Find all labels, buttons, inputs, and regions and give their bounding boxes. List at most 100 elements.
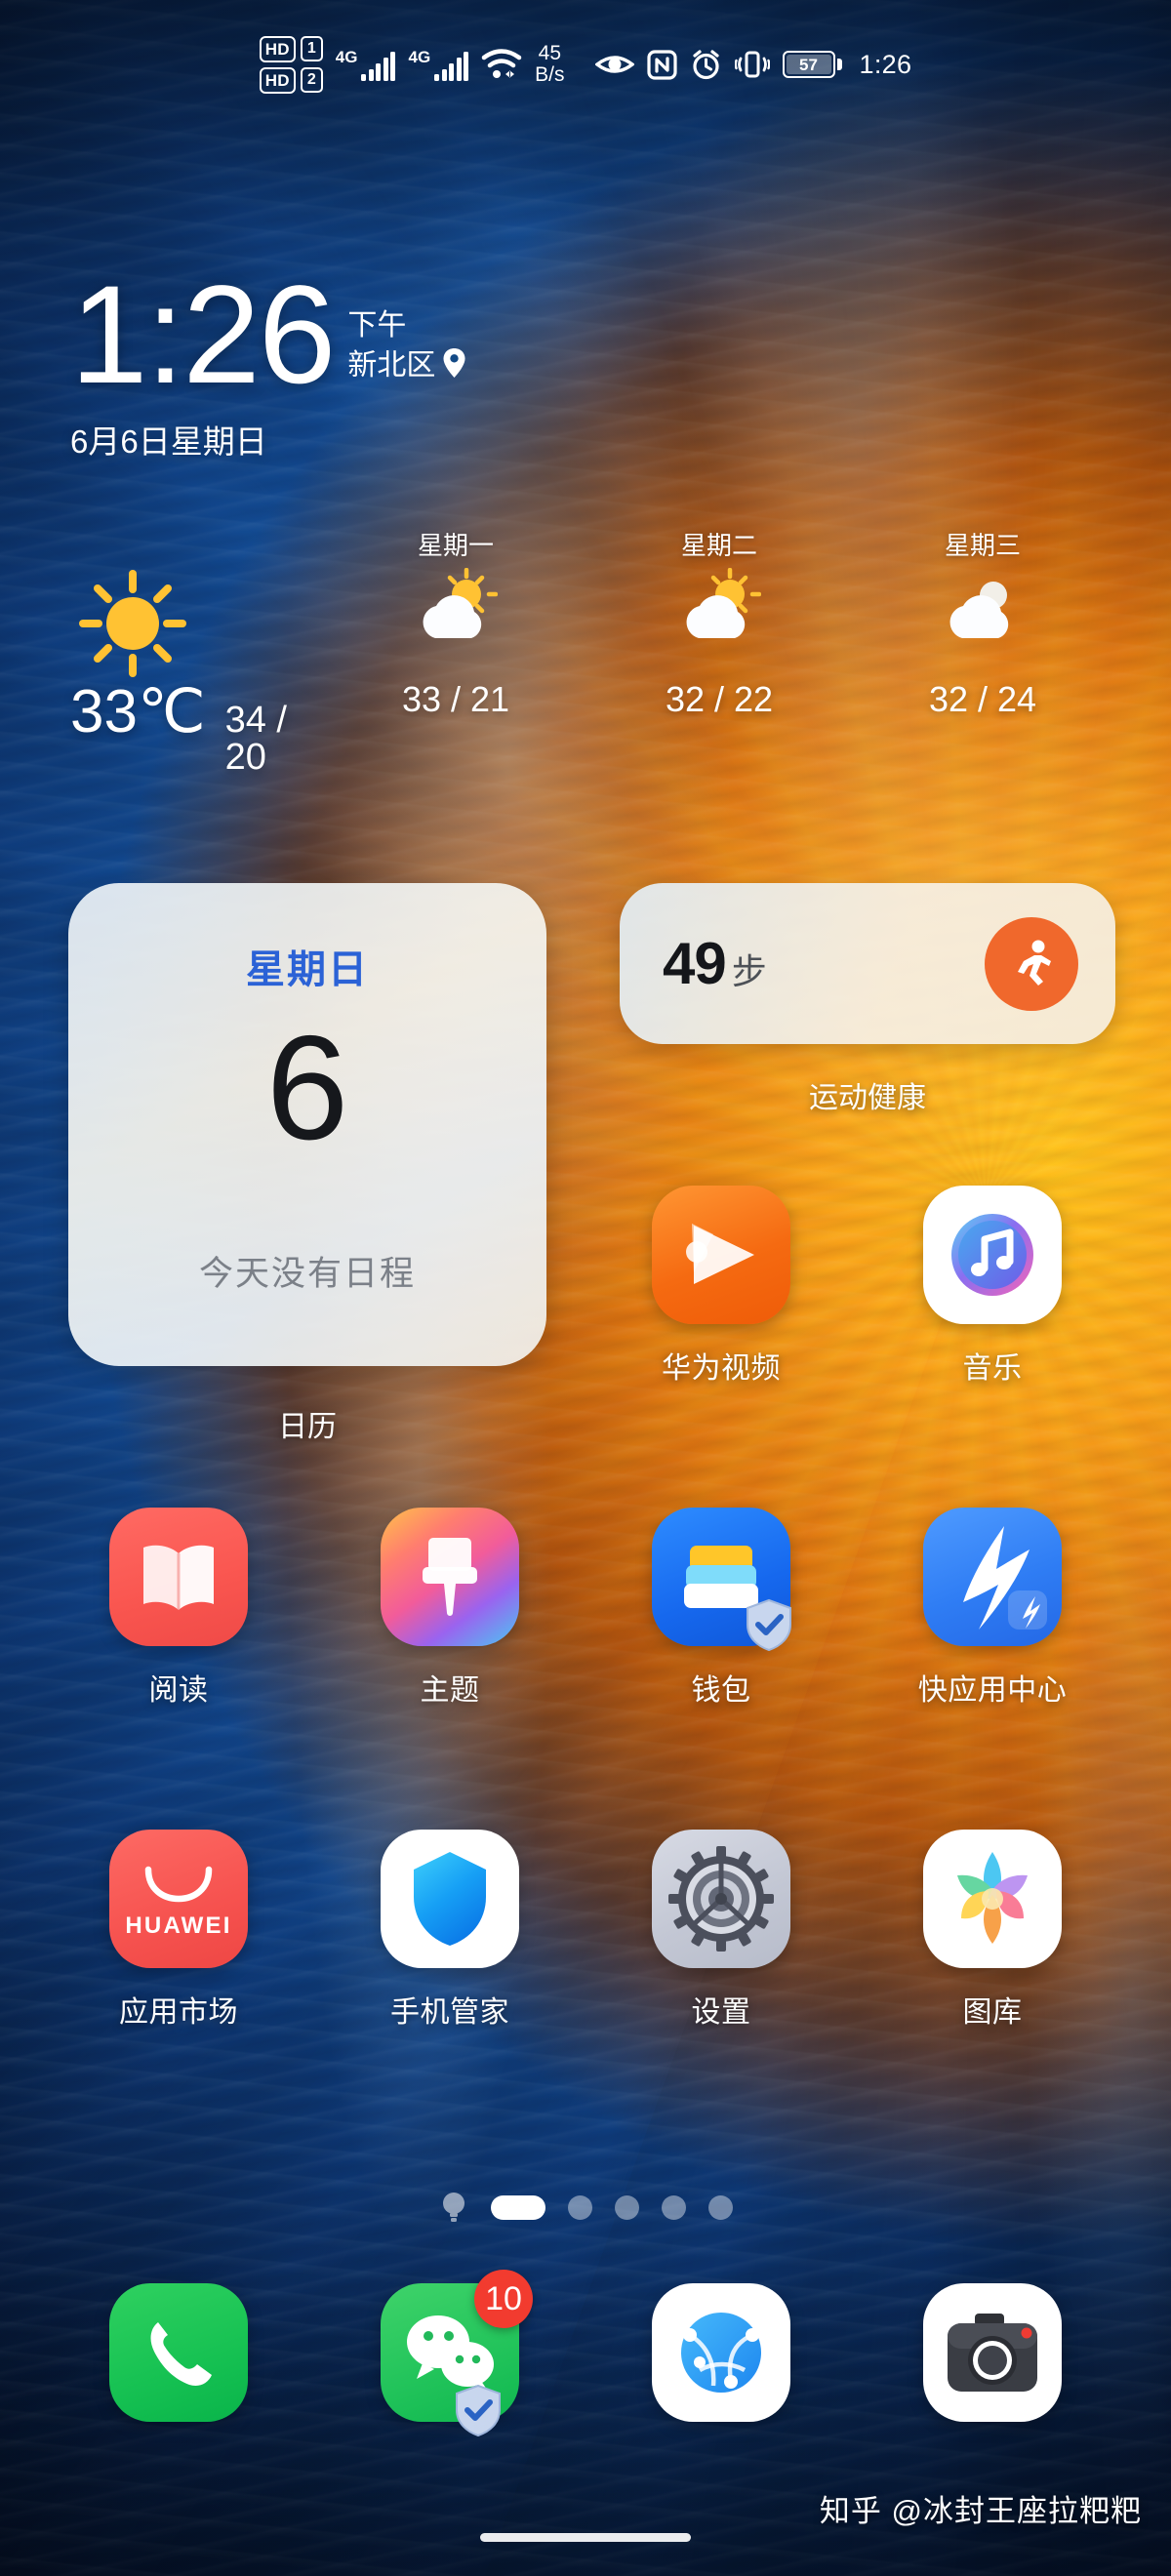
weather-sunny-icon: [70, 565, 189, 682]
phone-icon[interactable]: [109, 2283, 248, 2422]
weather-temps-row: 33℃ 34 / 20 33 / 21 32 / 22 32 / 24: [61, 678, 1114, 777]
dock-row: 10: [0, 2270, 1171, 2437]
app-huawei-video[interactable]: 华为视频: [586, 1186, 857, 1387]
watermark: 知乎 @冰封王座拉粑粑: [819, 2494, 1142, 2528]
dock: 10: [0, 2270, 1171, 2437]
app-wallet[interactable]: 钱包: [586, 1508, 857, 1709]
app-row: 华为视频 音乐: [0, 1186, 1171, 1387]
battery-percent: 57: [799, 55, 818, 74]
sim2-badge: 2: [300, 67, 323, 93]
volte-hd-indicators: HD 1 HD 2: [259, 35, 323, 94]
settings-gear-icon[interactable]: [652, 1830, 790, 1968]
app-grid-row-3: HUAWEI 应用市场 手机管家 设置 图库: [0, 1830, 1171, 2031]
app-label: 应用市场: [119, 1996, 238, 2029]
phone-manager-icon[interactable]: [381, 1830, 519, 1968]
app-label: 音乐: [962, 1352, 1023, 1385]
reader-icon[interactable]: [109, 1508, 248, 1646]
partly-cloudy-icon: [677, 565, 761, 649]
clock-main-row: 1:26 下午 新北区: [70, 265, 466, 405]
app-row: 阅读 主题 钱包 快应用中心: [0, 1508, 1171, 1709]
unread-badge: 10: [474, 2270, 533, 2328]
clock-ampm: 下午: [347, 308, 407, 342]
status-bar[interactable]: HD 1 HD 2 4G 4G 45 B/s 57 1:26: [0, 0, 1171, 115]
dock-app-camera[interactable]: [857, 2283, 1128, 2422]
app-grid-row-1: 华为视频 音乐: [0, 1186, 1171, 1387]
partly-cloudy-icon: [414, 565, 498, 649]
weather-range-day-1: 33 / 21: [324, 682, 587, 776]
home-indicator-bar[interactable]: [480, 2533, 691, 2542]
app-row: HUAWEI 应用市场 手机管家 设置 图库: [0, 1830, 1171, 2031]
weather-widget[interactable]: 星期一 星期二 星期三 33℃ 34 / 20 33 / 21 32 / 22 …: [61, 532, 1114, 776]
app-app-gallery[interactable]: HUAWEI 应用市场: [43, 1830, 314, 2031]
weather-range: 32 / 24: [928, 679, 1037, 719]
cloudy-icon: [941, 565, 1025, 649]
dock-app-wechat[interactable]: 10: [314, 2270, 586, 2437]
page-indicator[interactable]: [0, 2191, 1171, 2224]
weather-current-temp: 33℃: [70, 678, 206, 745]
status-bar-clock: 1:26: [859, 49, 912, 79]
clock-location-row: 新北区: [347, 347, 466, 384]
alarm-icon: [690, 49, 722, 81]
clock-widget[interactable]: 1:26 下午 新北区 6月6日星期日: [70, 265, 466, 463]
wifi-icon: [481, 48, 522, 81]
page-dot-active[interactable]: [490, 2194, 545, 2220]
clock-meta: 下午 新北区: [347, 308, 466, 400]
themes-icon[interactable]: [381, 1508, 519, 1646]
network-speed: 45 B/s: [535, 42, 565, 86]
dock-app-phone[interactable]: [43, 2283, 314, 2422]
sim2-hd-row: HD 2: [259, 66, 323, 94]
page-dot[interactable]: [567, 2194, 592, 2220]
network-speed-unit: B/s: [535, 63, 565, 86]
quick-apps-icon[interactable]: [923, 1508, 1062, 1646]
app-label: 主题: [420, 1674, 480, 1707]
camera-icon[interactable]: [923, 2283, 1062, 2422]
battery-body: 57: [782, 51, 835, 78]
weather-day-label: 星期一: [417, 531, 494, 560]
app-phone-manager[interactable]: 手机管家: [314, 1830, 586, 2031]
calendar-widget-label: 日历: [278, 1411, 337, 1443]
wallet-icon[interactable]: [652, 1508, 791, 1652]
weather-range-day-2: 32 / 22: [587, 682, 851, 776]
clock-location: 新北区: [347, 348, 436, 382]
weather-range-day-3: 32 / 24: [851, 682, 1114, 776]
app-gallery[interactable]: 图库: [857, 1830, 1128, 2031]
page-dot[interactable]: [707, 2194, 733, 2220]
nfc-icon: [646, 49, 677, 80]
health-widget[interactable]: 49 步: [620, 883, 1115, 1044]
app-gallery-icon[interactable]: HUAWEI: [109, 1830, 248, 1968]
app-grid-row-2: 阅读 主题 钱包 快应用中心: [0, 1508, 1171, 1709]
steps-readout: 49 步: [663, 930, 767, 996]
network-type-sim2: 4G: [408, 47, 431, 66]
battery-cap: [836, 59, 842, 70]
steps-count: 49: [663, 930, 727, 996]
page-dot[interactable]: [661, 2194, 686, 2220]
app-label: 快应用中心: [917, 1674, 1068, 1707]
steps-unit: 步: [731, 950, 767, 991]
location-pin-icon: [442, 347, 466, 384]
wechat-icon[interactable]: 10: [381, 2270, 533, 2437]
calendar-day-of-week: 星期日: [246, 948, 369, 991]
music-icon[interactable]: [923, 1186, 1062, 1324]
vibrate-icon: [734, 49, 770, 80]
weather-day-label: 星期三: [944, 531, 1021, 560]
app-music[interactable]: 音乐: [857, 1186, 1128, 1387]
app-label: 设置: [691, 1996, 751, 2029]
app-label: 手机管家: [390, 1996, 509, 2029]
app-label: 华为视频: [662, 1352, 781, 1385]
gallery-icon[interactable]: [923, 1830, 1062, 1968]
huawei-video-icon[interactable]: [652, 1186, 790, 1324]
home-screen: HD 1 HD 2 4G 4G 45 B/s 57 1:26 1:26 下午 新…: [0, 0, 1171, 2576]
browser-icon[interactable]: [652, 2283, 790, 2422]
app-settings[interactable]: 设置: [586, 1830, 857, 2031]
verified-badge-icon: [451, 2383, 505, 2437]
weather-today-temps: 33℃ 34 / 20: [61, 678, 324, 777]
app-quick-apps[interactable]: 快应用中心: [857, 1508, 1128, 1709]
app-themes[interactable]: 主题: [314, 1508, 586, 1709]
weather-day-label: 星期二: [680, 531, 757, 560]
page-dot[interactable]: [614, 2194, 639, 2220]
app-reader[interactable]: 阅读: [43, 1508, 314, 1709]
lightbulb-icon[interactable]: [439, 2191, 468, 2224]
dock-app-browser[interactable]: [586, 2283, 857, 2422]
network-type-sim1: 4G: [335, 47, 358, 66]
weather-range: 32 / 22: [665, 679, 774, 719]
